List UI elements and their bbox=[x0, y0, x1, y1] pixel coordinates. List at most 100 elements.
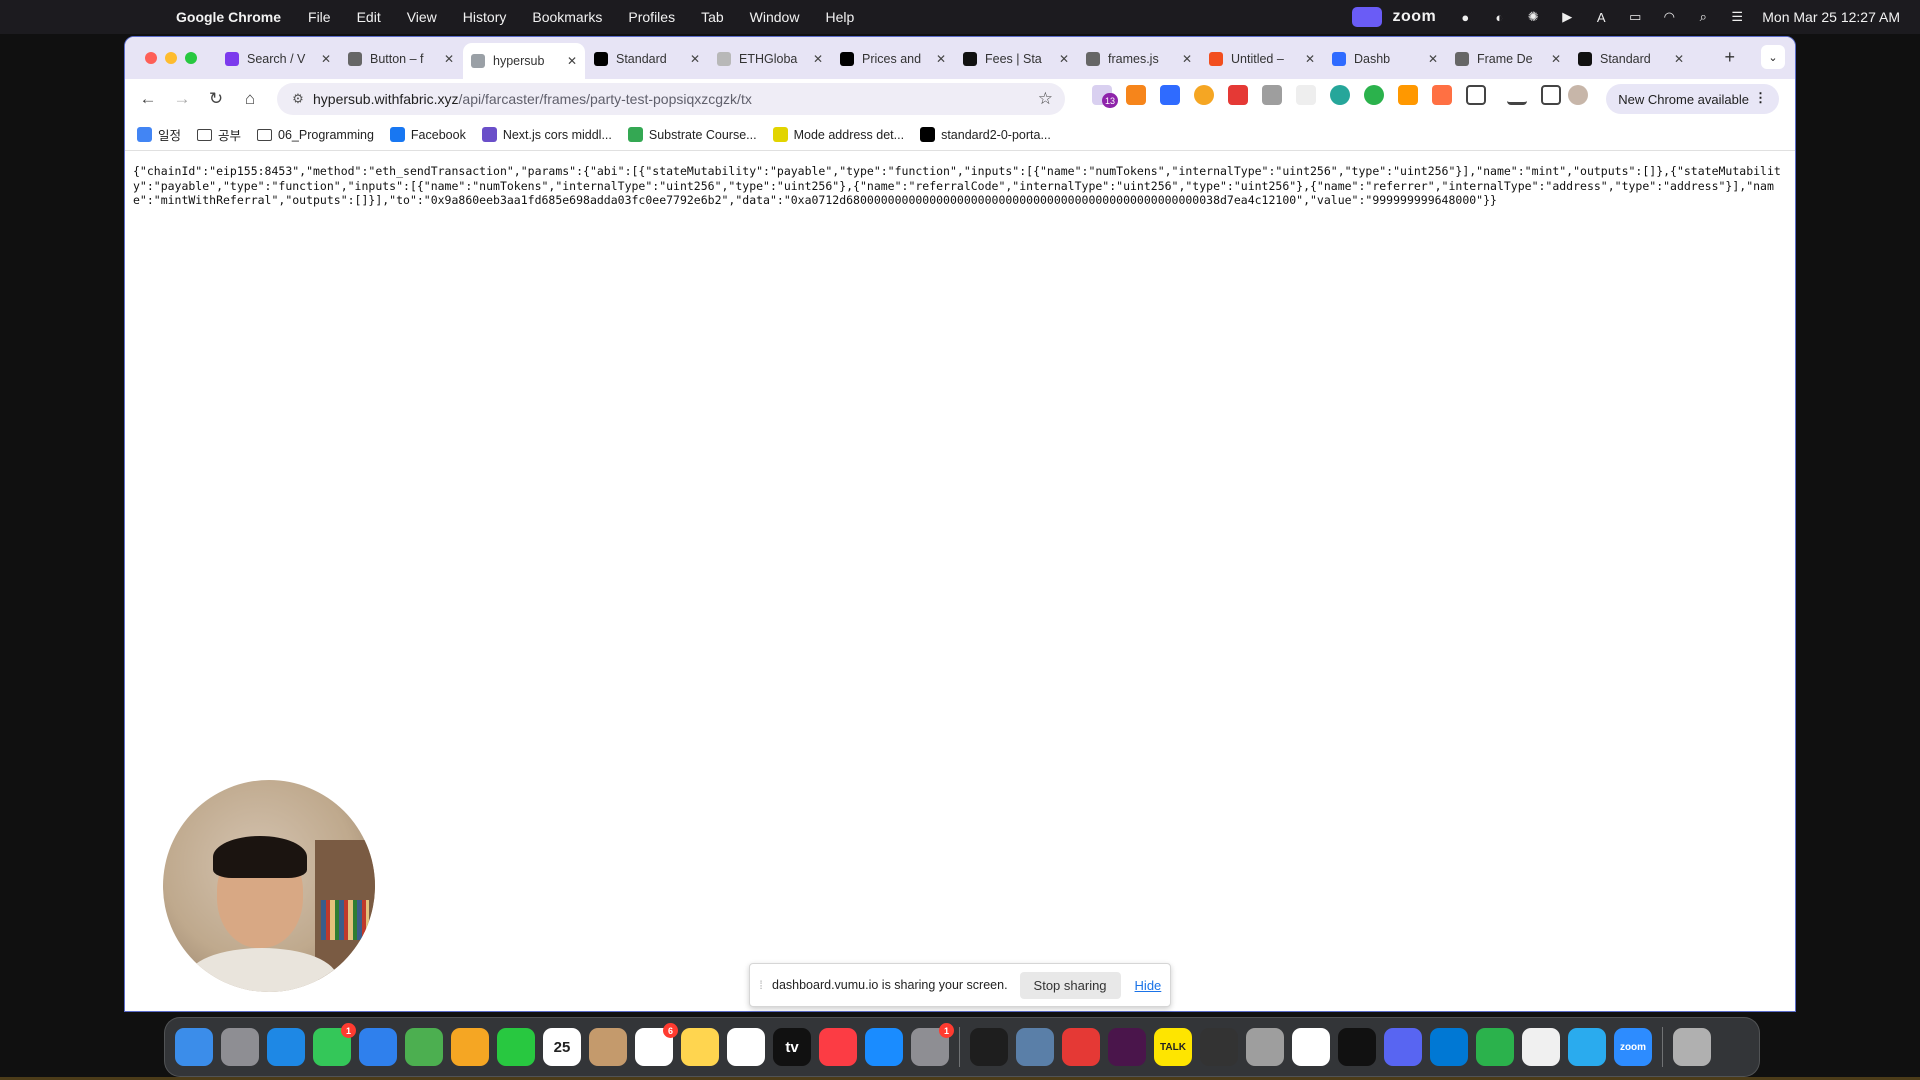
dock-slack-icon[interactable] bbox=[1108, 1028, 1146, 1066]
close-tab-icon[interactable]: ✕ bbox=[936, 52, 946, 66]
bookmark-item-6[interactable]: Mode address det... bbox=[772, 127, 904, 142]
spotlight-search-icon[interactable]: ⌕ bbox=[1692, 8, 1714, 26]
profile-avatar-icon[interactable] bbox=[1568, 85, 1588, 105]
bug-extension-icon[interactable] bbox=[1262, 85, 1282, 105]
downloads-icon[interactable] bbox=[1507, 85, 1527, 105]
dock-music-icon[interactable] bbox=[819, 1028, 857, 1066]
dock-mail-icon[interactable] bbox=[359, 1028, 397, 1066]
menu-profiles[interactable]: Profiles bbox=[628, 9, 675, 25]
chrome-menu-icon[interactable]: ⋮ bbox=[1754, 90, 1767, 106]
tab-8[interactable]: Untitled – ✕ bbox=[1201, 43, 1323, 75]
tab-4[interactable]: ETHGloba ✕ bbox=[709, 43, 831, 75]
menubar-clock[interactable]: Mon Mar 25 12:27 AM bbox=[1762, 9, 1900, 25]
dock-pdf-expert-icon[interactable] bbox=[1062, 1028, 1100, 1066]
menu-view[interactable]: View bbox=[407, 9, 437, 25]
dock-messages-icon[interactable]: 1 bbox=[313, 1023, 356, 1066]
stack-extension-icon[interactable] bbox=[1228, 85, 1248, 105]
green-extension-icon[interactable] bbox=[1364, 85, 1384, 105]
address-bar[interactable]: ⚙ hypersub.withfabric.xyz/api/farcaster/… bbox=[277, 83, 1065, 115]
dock-maps-icon[interactable] bbox=[405, 1028, 443, 1066]
tab-2[interactable]: hypersub ✕ bbox=[463, 43, 585, 79]
dock-preview-icon[interactable] bbox=[1016, 1028, 1054, 1066]
side-panel-icon[interactable] bbox=[1541, 85, 1561, 105]
bookmark-item-4[interactable]: Next.js cors middl... bbox=[481, 127, 612, 142]
tab-1[interactable]: Button – f ✕ bbox=[340, 43, 462, 75]
dock-calendar-icon[interactable]: 25 bbox=[543, 1028, 581, 1066]
dock-telegram-icon[interactable] bbox=[1568, 1028, 1606, 1066]
dock-system-settings-icon[interactable]: 1 bbox=[911, 1023, 954, 1066]
tab-6[interactable]: Fees | Sta ✕ bbox=[955, 43, 1077, 75]
tab-9[interactable]: Dashb ✕ bbox=[1324, 43, 1446, 75]
menu-window[interactable]: Window bbox=[750, 9, 800, 25]
menu-edit[interactable]: Edit bbox=[357, 9, 381, 25]
tab-5[interactable]: Prices and ✕ bbox=[832, 43, 954, 75]
zoom-share-icon[interactable] bbox=[1352, 7, 1383, 27]
drag-handle-icon[interactable]: ⁞ bbox=[750, 978, 772, 992]
extension-calendar-icon[interactable]: 13 bbox=[1092, 85, 1118, 108]
close-tab-icon[interactable]: ✕ bbox=[1305, 52, 1315, 66]
notification-status-icon[interactable]: ◐ bbox=[1488, 8, 1510, 26]
dock-notes-icon[interactable] bbox=[681, 1028, 719, 1066]
app-status-icon[interactable]: ● bbox=[1454, 8, 1476, 26]
close-tab-icon[interactable]: ✕ bbox=[1551, 52, 1561, 66]
back-button[interactable]: ← bbox=[131, 84, 165, 114]
dock-trash-icon[interactable] bbox=[1673, 1028, 1711, 1066]
gpt-status-icon[interactable]: ✺ bbox=[1522, 8, 1544, 26]
dock-numbers-icon[interactable] bbox=[1476, 1028, 1514, 1066]
stop-sharing-button[interactable]: Stop sharing bbox=[1019, 971, 1121, 999]
bookmark-item-7[interactable]: standard2-0-porta... bbox=[920, 127, 1051, 142]
puzzle-extensions-icon[interactable] bbox=[1466, 85, 1486, 105]
dock-photos-icon[interactable] bbox=[451, 1028, 489, 1066]
dock-finder-icon[interactable] bbox=[175, 1028, 213, 1066]
new-tab-button[interactable]: + bbox=[1724, 47, 1735, 68]
dock-textedit-icon[interactable] bbox=[1522, 1028, 1560, 1066]
dock-tv-icon[interactable]: tv bbox=[773, 1028, 811, 1066]
tab-10[interactable]: Frame De ✕ bbox=[1447, 43, 1569, 75]
close-tab-icon[interactable]: ✕ bbox=[444, 52, 454, 66]
minimize-window-button[interactable] bbox=[165, 52, 177, 64]
bookmark-item-0[interactable]: 일정 bbox=[137, 125, 181, 144]
blank-extension-icon[interactable] bbox=[1296, 85, 1316, 105]
close-tab-icon[interactable]: ✕ bbox=[1674, 52, 1684, 66]
close-window-button[interactable] bbox=[145, 52, 157, 64]
bookmark-star-icon[interactable]: ☆ bbox=[1038, 89, 1053, 109]
close-tab-icon[interactable]: ✕ bbox=[567, 54, 577, 68]
bookmark-item-1[interactable]: 공부 bbox=[197, 125, 241, 144]
web3-extension-icon[interactable] bbox=[1330, 85, 1350, 105]
play-status-icon[interactable]: ▶ bbox=[1556, 8, 1578, 26]
webcam-video-bubble[interactable] bbox=[163, 780, 375, 992]
close-tab-icon[interactable]: ✕ bbox=[1428, 52, 1438, 66]
site-info-icon[interactable]: ⚙ bbox=[283, 91, 313, 107]
hide-sharing-bar-link[interactable]: Hide bbox=[1135, 978, 1162, 993]
dock-freeform-icon[interactable] bbox=[727, 1028, 765, 1066]
dock-calculator-icon[interactable] bbox=[1200, 1028, 1238, 1066]
dock-reminders-icon[interactable]: 6 bbox=[635, 1023, 678, 1066]
dock-terminal-icon[interactable] bbox=[970, 1028, 1008, 1066]
reload-button[interactable]: ↻ bbox=[199, 84, 233, 114]
input-source-icon[interactable]: A bbox=[1590, 8, 1612, 26]
dock-chrome-icon[interactable] bbox=[1292, 1028, 1330, 1066]
a-extension-icon[interactable] bbox=[1432, 85, 1452, 105]
tab-11[interactable]: Standard ✕ bbox=[1570, 43, 1692, 75]
wallet-extension-icon[interactable] bbox=[1398, 85, 1418, 105]
dock-launchpad-icon[interactable] bbox=[221, 1028, 259, 1066]
dock-facetime-icon[interactable] bbox=[497, 1028, 535, 1066]
metamask-icon[interactable] bbox=[1126, 85, 1146, 105]
dock-cursor-icon[interactable] bbox=[1338, 1028, 1376, 1066]
home-button[interactable]: ⌂ bbox=[233, 84, 267, 114]
bookmark-item-2[interactable]: 06_Programming bbox=[257, 128, 374, 142]
new-chrome-available-button[interactable]: New Chrome available ⋮ bbox=[1606, 84, 1779, 114]
menu-file[interactable]: File bbox=[308, 9, 331, 25]
bookmark-item-3[interactable]: Facebook bbox=[389, 127, 466, 142]
menu-tab[interactable]: Tab bbox=[701, 9, 724, 25]
menu-help[interactable]: Help bbox=[825, 9, 854, 25]
close-tab-icon[interactable]: ✕ bbox=[321, 52, 331, 66]
dock-contacts-icon[interactable] bbox=[589, 1028, 627, 1066]
tab-search-chevron-icon[interactable]: ⌄ bbox=[1761, 45, 1785, 69]
battery-icon[interactable]: ▭ bbox=[1624, 8, 1646, 26]
dock-kakaotalk-icon[interactable]: TALK bbox=[1154, 1028, 1192, 1066]
dock-app-store-icon[interactable] bbox=[865, 1028, 903, 1066]
forward-button[interactable]: → bbox=[165, 84, 199, 114]
close-tab-icon[interactable]: ✕ bbox=[813, 52, 823, 66]
bookmark-item-5[interactable]: Substrate Course... bbox=[627, 127, 757, 142]
